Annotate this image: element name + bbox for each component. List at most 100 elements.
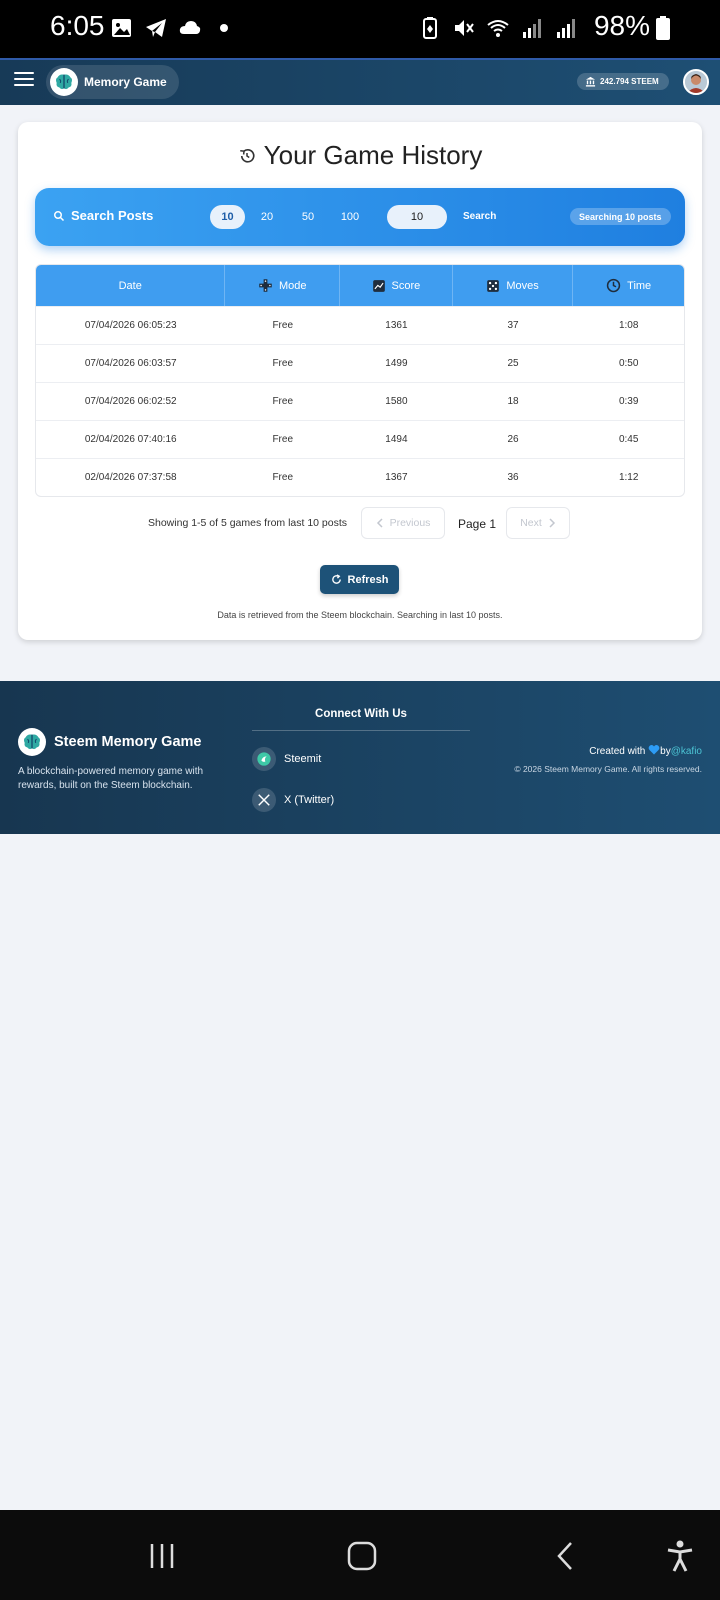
cell-moves: 26 [507,434,519,445]
dice-icon [487,279,500,292]
signal-icon [557,19,575,38]
status-time: 6:05 [50,10,105,41]
next-label: Next [520,517,542,529]
cell-score: 1367 [385,472,408,483]
search-panel: Search Posts 10 20 50 100 Search Searchi… [35,188,685,246]
author-handle-link[interactable]: @kafio [671,746,702,757]
cell-moves: 37 [507,320,519,331]
brain-logo-icon [18,728,46,756]
next-button[interactable]: Next [506,507,570,539]
cell-mode: Free [272,434,294,445]
search-label-text: Search Posts [71,208,154,223]
back-button[interactable] [545,1538,585,1574]
page-indicator: Page 1 [458,517,497,531]
back-icon [557,1542,572,1570]
cell-mode: Free [272,320,294,331]
wallet-balance-badge[interactable]: 242.794 STEEM [577,73,669,90]
connect-heading: Connect With Us [252,708,470,731]
cell-time: 0:45 [618,434,639,445]
previous-label: Previous [389,517,431,529]
steemit-link[interactable]: Steemit [252,747,321,771]
option-20[interactable]: 20 [252,205,282,229]
footer: Steem Memory Game A blockchain-powered m… [0,681,720,834]
cell-score: 1580 [385,396,408,407]
cell-date: 02/04/2026 07:37:58 [84,472,177,483]
copyright: © 2026 Steem Memory Game. All rights res… [514,764,702,774]
table-row: 02/04/2026 07:37:58 Free 1367 36 1:12 [36,458,684,496]
cell-time: 0:39 [618,396,639,407]
table-header: Date Mode Score Moves Time [36,265,684,306]
home-button[interactable] [342,1538,382,1574]
twitter-link[interactable]: X (Twitter) [252,788,334,812]
footer-brand: Steem Memory Game [18,728,201,756]
cloud-icon [179,21,201,34]
history-table: Date Mode Score Moves Time 07/04/2026 06… [35,264,685,497]
bank-icon [585,76,596,87]
cell-score: 1494 [385,434,408,445]
cell-date: 02/04/2026 07:40:16 [84,434,177,445]
pagination-info: Showing 1-5 of 5 games from last 10 post… [148,517,348,529]
accessibility-icon [667,1540,693,1572]
footer-description: A blockchain-powered memory game with re… [18,766,204,791]
gallery-icon [112,19,131,37]
gamepad-icon [259,279,272,292]
option-50[interactable]: 50 [293,205,323,229]
search-label: Search Posts [53,208,153,223]
created-with-credit: Created with by@kafio [589,744,702,757]
x-icon [252,788,276,812]
recent-apps-icon [150,1544,174,1568]
footer-brand-name: Steem Memory Game [54,734,202,750]
page-title-text: Your Game History [263,140,483,170]
refresh-label: Refresh [347,573,389,586]
wifi-icon [487,20,509,37]
cell-date: 07/04/2026 06:02:52 [84,396,177,407]
cell-time: 0:50 [618,358,639,369]
table-row: 07/04/2026 06:02:52 Free 1580 18 0:39 [36,382,684,420]
battery-percent: 98% [593,10,650,41]
app-header: Memory Game 242.794 STEEM [0,58,720,105]
cell-mode: Free [272,472,294,483]
searching-status-badge: Searching 10 posts [570,208,671,225]
previous-button[interactable]: Previous [361,507,445,539]
table-row: 07/04/2026 06:03:57 Free 1499 25 0:50 [36,344,684,382]
cell-date: 07/04/2026 06:05:23 [84,320,177,331]
cell-moves: 18 [507,396,519,407]
menu-button[interactable] [14,72,34,90]
created-prefix: Created with [589,746,646,757]
recent-apps-button[interactable] [142,1538,182,1574]
pagination: Showing 1-5 of 5 games from last 10 post… [18,507,702,539]
chevron-right-icon [549,518,555,528]
dot-icon [220,24,228,32]
post-count-input[interactable] [387,205,447,229]
page-title: Your Game History [18,140,702,171]
refresh-button[interactable]: Refresh [320,565,399,594]
steemit-icon [252,747,276,771]
col-score: Score [340,265,453,306]
search-button[interactable]: Search [463,211,496,222]
option-100[interactable]: 100 [333,205,367,229]
col-moves: Moves [453,265,574,306]
cell-score: 1499 [385,358,408,369]
system-nav-bar [0,1510,720,1600]
cell-mode: Free [272,396,294,407]
option-10[interactable]: 10 [210,205,245,229]
app-home-link[interactable]: Memory Game [46,65,179,99]
cell-date: 07/04/2026 06:03:57 [84,358,177,369]
cell-moves: 25 [507,358,519,369]
user-avatar[interactable] [683,69,709,95]
table-row: 07/04/2026 06:05:23 Free 1361 37 1:08 [36,306,684,344]
twitter-label: X (Twitter) [284,794,335,806]
refresh-icon [331,574,341,584]
cell-time: 1:12 [618,472,639,483]
history-icon [239,148,255,163]
steemit-label: Steemit [284,753,322,765]
cell-moves: 36 [507,472,519,483]
game-history-card: Your Game History Search Posts 10 20 50 … [18,122,702,640]
app-name: Memory Game [84,75,167,89]
telegram-icon [146,19,166,37]
created-by: by [660,746,671,757]
brain-logo-icon [50,68,78,96]
cell-mode: Free [272,358,294,369]
search-icon [54,210,65,221]
accessibility-button[interactable] [660,1538,700,1574]
